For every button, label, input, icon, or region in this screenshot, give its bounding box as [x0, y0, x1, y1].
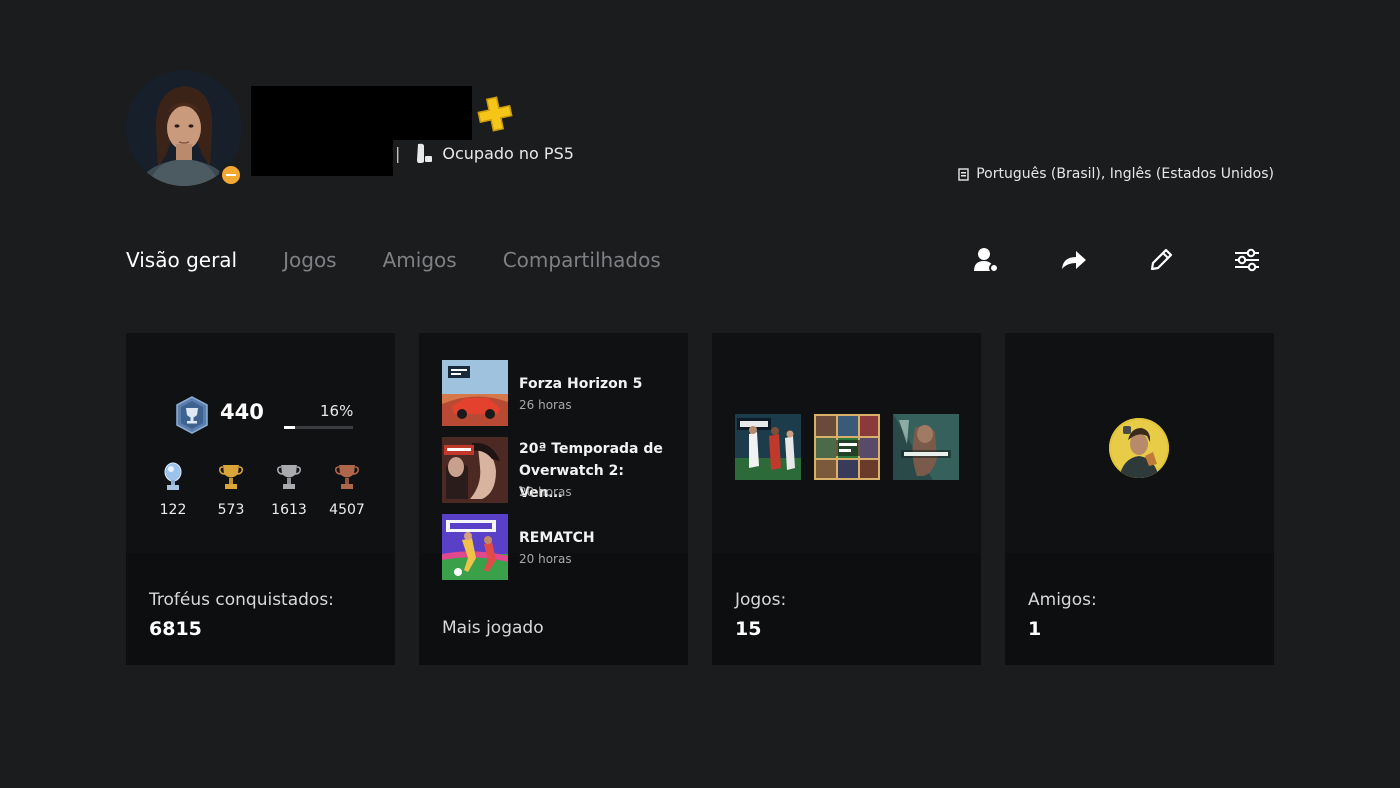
bronze-trophy-icon — [322, 462, 372, 492]
profile-actions — [965, 244, 1275, 276]
most-played-hours: 20 horas — [519, 552, 572, 566]
settings-sliders-icon — [1235, 248, 1259, 272]
tab-friends[interactable]: Amigos — [383, 248, 457, 272]
profile-settings-button[interactable] — [1231, 244, 1263, 276]
gta-v-thumbnail[interactable] — [814, 414, 880, 480]
trophies-caption: Troféus conquistados: — [149, 590, 334, 610]
fc26-thumbnail[interactable] — [735, 414, 801, 480]
playstation-plus-icon — [477, 96, 513, 132]
trophies-card[interactable]: 440 16% 122 573 1613 4507 Troféus conqui… — [126, 333, 395, 665]
platinum-count: 122 — [159, 502, 187, 518]
redacted-username — [251, 86, 472, 140]
most-played-item[interactable]: 20ª Temporada de Overwatch 2: Ven… 20 ho… — [442, 437, 672, 503]
bronze-count: 4507 — [329, 502, 365, 518]
gold-trophy-icon — [206, 462, 256, 492]
most-played-title: Forza Horizon 5 — [519, 376, 643, 392]
profile-tabs: Visão geral Jogos Amigos Compartilhados — [126, 244, 707, 276]
overwatch-2-thumbnail — [442, 437, 508, 503]
friend-avatar[interactable] — [1109, 418, 1169, 478]
friends-card[interactable]: Amigos: 1 — [1005, 333, 1274, 665]
most-played-hours: 26 horas — [519, 398, 572, 412]
online-presence: | Ocupado no PS5 — [395, 142, 574, 164]
profile-languages: Português (Brasil), Inglês (Estados Unid… — [958, 166, 1274, 182]
trophy-level: 440 — [220, 400, 264, 424]
edit-profile-button[interactable] — [1145, 244, 1177, 276]
most-played-hours: 20 horas — [519, 485, 572, 499]
most-played-caption: Mais jogado — [442, 618, 544, 638]
valorant-thumbnail[interactable] — [893, 414, 959, 480]
tab-games[interactable]: Jogos — [283, 248, 337, 272]
rematch-thumbnail — [442, 514, 508, 580]
games-caption: Jogos: — [735, 590, 787, 610]
games-count: 15 — [735, 618, 762, 640]
most-played-item[interactable]: REMATCH 20 horas — [442, 514, 672, 580]
profile-screen: | Ocupado no PS5 Português (Brasil), Ing… — [0, 0, 1400, 788]
level-progress-bar — [284, 426, 353, 429]
tab-overview[interactable]: Visão geral — [126, 248, 237, 272]
presence-status-text: Ocupado no PS5 — [442, 143, 574, 163]
platinum-trophies: 122 — [148, 462, 198, 518]
games-card[interactable]: Jogos: 15 — [712, 333, 981, 665]
silver-trophy-icon — [264, 462, 314, 492]
gold-count: 573 — [217, 502, 245, 518]
most-played-card[interactable]: Forza Horizon 5 26 horas 20ª Temporada d… — [419, 333, 688, 665]
ps5-console-icon — [414, 142, 434, 164]
languages-text: Português (Brasil), Inglês (Estados Unid… — [976, 166, 1274, 182]
most-played-item[interactable]: Forza Horizon 5 26 horas — [442, 360, 672, 426]
add-friend-button[interactable] — [971, 244, 1003, 276]
trophy-level-icon — [174, 395, 210, 439]
level-progress-fill — [284, 426, 296, 429]
presence-separator: | — [395, 143, 401, 163]
bronze-trophies: 4507 — [322, 462, 372, 518]
busy-status-indicator — [219, 163, 243, 187]
edit-icon — [1150, 248, 1173, 271]
most-played-title: REMATCH — [519, 530, 595, 546]
friends-caption: Amigos: — [1028, 590, 1097, 610]
tab-shared[interactable]: Compartilhados — [503, 248, 661, 272]
silver-trophies: 1613 — [264, 462, 314, 518]
forza-horizon-5-thumbnail — [442, 360, 508, 426]
platinum-trophy-icon — [148, 462, 198, 492]
language-icon — [958, 167, 970, 181]
silver-count: 1613 — [271, 502, 307, 518]
share-profile-button[interactable] — [1057, 244, 1089, 276]
gold-trophies: 573 — [206, 462, 256, 518]
share-icon — [1062, 251, 1086, 269]
trophies-card-top — [126, 333, 395, 553]
redacted-realname — [251, 140, 393, 176]
add-friend-icon — [974, 248, 999, 273]
level-progress-percent: 16% — [320, 402, 354, 420]
friends-count: 1 — [1028, 618, 1042, 640]
trophies-total: 6815 — [149, 618, 202, 640]
